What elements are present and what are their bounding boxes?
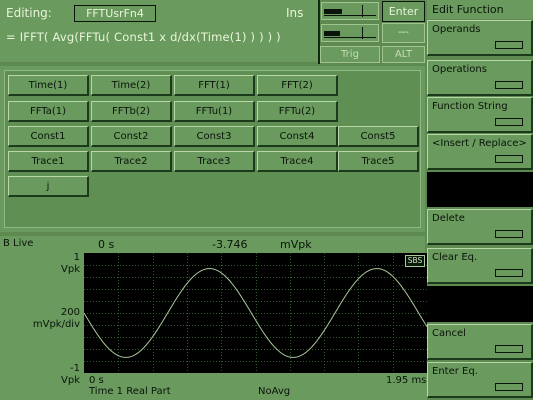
operations-softkey[interactable]: Operations xyxy=(427,60,533,96)
insert-replace-softkey[interactable]: <Insert / Replace> xyxy=(427,134,533,170)
enter-button[interactable]: Enter xyxy=(382,1,425,22)
insert-mode-indicator: Ins xyxy=(286,6,304,20)
operand-trace4-button[interactable]: Trace4 xyxy=(257,151,338,172)
trace-description: Time 1 Real Part xyxy=(89,386,171,397)
delete-softkey[interactable]: Delete xyxy=(427,209,533,245)
operands-softkey-indicator xyxy=(495,41,523,49)
level-meter-1-base xyxy=(324,15,376,16)
trace-plot-svg xyxy=(83,253,428,373)
delete-softkey-label: Delete xyxy=(432,213,465,224)
editing-label: Editing: xyxy=(6,6,52,20)
y-bottom-unit: Vpk xyxy=(61,375,80,386)
trace-title: B Live xyxy=(3,238,34,249)
x-start-label: 0 s xyxy=(89,375,104,386)
dash-indicator: --- xyxy=(382,23,425,43)
formula-text[interactable]: = IFFT( Avg(FFTu( Const1 x d/dx(Time(1) … xyxy=(6,30,281,44)
operand-fft2-button[interactable]: FFT(2) xyxy=(257,75,338,96)
operations-softkey-label: Operations xyxy=(432,64,487,75)
clear-eq-softkey-label: Clear Eq. xyxy=(432,252,478,263)
level-meter-2 xyxy=(321,24,379,42)
y-bottom-value: -1 xyxy=(70,363,80,374)
clear-eq-softkey-indicator xyxy=(495,269,523,277)
function-string-softkey-label: Function String xyxy=(432,101,508,112)
operand-const5-button[interactable]: Const5 xyxy=(338,126,419,147)
y-scale-unit: mVpk/div xyxy=(32,319,80,330)
enter-eq-softkey-label: Enter Eq. xyxy=(432,366,478,377)
operand-time1-button[interactable]: Time(1) xyxy=(8,75,89,96)
level-meter-2-base xyxy=(324,37,376,38)
enter-eq-softkey[interactable]: Enter Eq. xyxy=(427,362,533,398)
cancel-softkey[interactable]: Cancel xyxy=(427,324,533,360)
blank-softkey-2 xyxy=(427,286,533,322)
operand-const3-button[interactable]: Const3 xyxy=(174,126,255,147)
trace-plot[interactable] xyxy=(83,253,428,373)
operand-trace5-button[interactable]: Trace5 xyxy=(338,151,419,172)
clear-eq-softkey[interactable]: Clear Eq. xyxy=(427,248,533,284)
level-meter-1-fill xyxy=(324,9,342,14)
cancel-softkey-label: Cancel xyxy=(432,328,466,339)
operand-j-button[interactable]: j xyxy=(8,176,89,197)
insert-replace-softkey-indicator xyxy=(495,155,523,163)
cancel-softkey-indicator xyxy=(495,345,523,353)
function-name-field[interactable]: FFTUsrFn4 xyxy=(74,5,156,22)
y-scale-value: 200 xyxy=(60,307,80,318)
insert-replace-softkey-label: <Insert / Replace> xyxy=(432,138,527,149)
operand-fftb2-button[interactable]: FFTb(2) xyxy=(91,101,172,122)
blank-softkey xyxy=(427,172,533,207)
level-meter-2-fill xyxy=(324,31,340,36)
operand-fft1-button[interactable]: FFT(1) xyxy=(174,75,255,96)
marker-unit: mVpk xyxy=(280,238,312,251)
operand-fftu1-button[interactable]: FFTu(1) xyxy=(174,101,255,122)
sbs-badge: SBS xyxy=(405,255,425,267)
operand-time2-button[interactable]: Time(2) xyxy=(91,75,172,96)
enter-eq-softkey-indicator xyxy=(495,383,523,391)
function-string-softkey[interactable]: Function String xyxy=(427,97,533,133)
operations-softkey-indicator xyxy=(495,81,523,89)
operand-ffta1-button[interactable]: FFTa(1) xyxy=(8,101,89,122)
delete-softkey-indicator xyxy=(495,230,523,238)
operand-trace3-button[interactable]: Trace3 xyxy=(174,151,255,172)
x-end-label: 1.95 ms xyxy=(386,375,427,386)
y-top-unit: Vpk xyxy=(61,264,80,275)
averaging-label: NoAvg xyxy=(258,386,291,397)
operand-trace2-button[interactable]: Trace2 xyxy=(91,151,172,172)
operand-fftu2-button[interactable]: FFTu(2) xyxy=(257,101,338,122)
operand-const2-button[interactable]: Const2 xyxy=(91,126,172,147)
softkey-menu-title: Edit Function xyxy=(427,0,533,19)
function-string-softkey-indicator xyxy=(495,118,523,126)
y-top-value: 1 xyxy=(73,252,80,263)
operand-const1-button[interactable]: Const1 xyxy=(8,126,89,147)
level-meter-1 xyxy=(321,2,379,20)
marker-x-readout: 0 s xyxy=(98,238,115,251)
marker-y-readout: -3.746 xyxy=(212,238,248,251)
alt-indicator: ALT xyxy=(382,46,425,63)
operand-const4-button[interactable]: Const4 xyxy=(257,126,338,147)
operand-trace1-button[interactable]: Trace1 xyxy=(8,151,89,172)
operands-softkey[interactable]: Operands xyxy=(427,20,533,56)
operands-softkey-label: Operands xyxy=(432,24,481,35)
trig-indicator: Trig xyxy=(320,46,380,63)
